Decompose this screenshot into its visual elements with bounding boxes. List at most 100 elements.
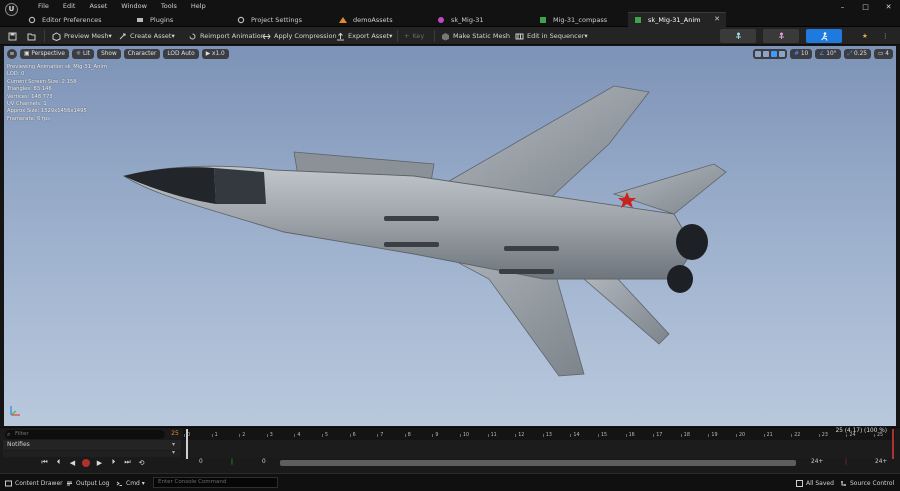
range-start-value[interactable]: 0: [199, 459, 203, 465]
skip-to-start-button[interactable]: ⏮: [40, 458, 49, 467]
ruler-tick: [625, 434, 627, 437]
editor-tab-bar: Editor Preferences Plugins Project Setti…: [0, 11, 900, 27]
tab-mig-31-compass[interactable]: Mig-31_compass: [533, 12, 627, 27]
track-filter-input[interactable]: ⌕ Filter: [5, 430, 165, 439]
lit-button[interactable]: ☼ Lit: [71, 49, 95, 59]
status-bar: Content Drawer Output Log Cmd ▾ Enter Co…: [0, 473, 900, 491]
reimport-animation-button[interactable]: Reimport Animation: [188, 29, 265, 43]
loop-button[interactable]: ⟲: [137, 458, 146, 467]
ruler-tick-label: 9: [435, 433, 439, 438]
tab-plugins[interactable]: Plugins: [130, 12, 230, 27]
rotate-icon: [771, 51, 778, 57]
record-button[interactable]: [82, 458, 90, 467]
character-button[interactable]: Character: [123, 49, 161, 59]
transport-controls: ⏮ ⏴ ◀ ▶ ⏵ ⏭ ⟲: [40, 458, 146, 467]
ruler-tick: [266, 434, 268, 437]
time-ruler[interactable]: 0 1 2 3 4 5 6 7 8 9 10 11 12 13 14 15 16 17 18 19 20 21 22 23 24…: [183, 428, 895, 440]
view-start-value[interactable]: 0: [262, 459, 266, 465]
ruler-tick-label: 19: [711, 433, 718, 438]
blueprint-icon: [540, 16, 546, 23]
tab-sk-mig-31[interactable]: sk_Mig-31: [431, 12, 531, 27]
make-static-mesh-label: Make Static Mesh: [453, 32, 510, 40]
compression-icon: [262, 33, 271, 39]
ruler-tick-label: 22: [794, 433, 801, 438]
chevron-down-icon[interactable]: ▾: [172, 449, 175, 456]
apply-compression-button[interactable]: Apply Compression: [262, 29, 337, 43]
playhead[interactable]: [186, 429, 188, 459]
perspective-button[interactable]: ▣ Perspective: [20, 49, 69, 59]
mesh-mode-icon: [778, 32, 784, 39]
tab-editor-preferences[interactable]: Editor Preferences: [22, 12, 126, 27]
mesh-icon: [52, 31, 61, 41]
menu-window[interactable]: Window: [114, 1, 154, 11]
stat-line: Approx Size: 1529x1456x1495: [7, 108, 87, 115]
menu-tools[interactable]: Tools: [154, 1, 184, 11]
show-button[interactable]: Show: [97, 49, 121, 59]
play-button[interactable]: ▶: [95, 458, 104, 467]
menu-edit[interactable]: Edit: [56, 1, 83, 11]
view-range-scrollbar[interactable]: [280, 460, 796, 466]
rotation-snap-button[interactable]: ∠ 10°: [815, 49, 841, 59]
mig-31-model[interactable]: [114, 64, 734, 394]
ruler-tick-label: 18: [683, 433, 690, 438]
ruler-tick: [404, 434, 406, 437]
save-icon: [8, 32, 17, 40]
tab-demoassets[interactable]: demoAssets: [333, 12, 429, 27]
all-saved-status[interactable]: All Saved: [796, 478, 834, 488]
menu-file[interactable]: File: [31, 1, 56, 11]
skeleton-mode-button[interactable]: [720, 29, 756, 43]
step-forward-button[interactable]: ⏵: [109, 458, 118, 467]
edit-in-sequencer-button[interactable]: Edit in Sequencer ▾: [515, 29, 588, 43]
ruler-tick-label: 12: [518, 433, 525, 438]
lod-button[interactable]: LOD Auto: [163, 49, 199, 59]
skip-to-end-button[interactable]: ⏭: [123, 458, 132, 467]
range-end-value[interactable]: 24+: [875, 459, 887, 465]
tab-project-settings[interactable]: Project Settings: [231, 12, 331, 27]
playback-speed-button[interactable]: ▶ x1.0: [201, 49, 229, 59]
step-back-button[interactable]: ⏴: [54, 458, 63, 467]
view-end-value[interactable]: 24+: [811, 459, 823, 465]
menu-icon: ≡: [9, 51, 15, 57]
unreal-logo-icon[interactable]: U: [5, 3, 18, 16]
scale-snap-button[interactable]: ⤢ 0.25: [843, 49, 871, 59]
timeline-lane[interactable]: [183, 440, 895, 458]
apply-compression-label: Apply Compression: [274, 32, 337, 40]
export-asset-button[interactable]: Export Asset ▾: [336, 29, 392, 43]
cmd-dropdown[interactable]: Cmd ▾: [116, 478, 145, 488]
playback-end-marker[interactable]: [892, 429, 894, 459]
make-static-mesh-button[interactable]: Make Static Mesh: [441, 29, 510, 43]
tab-sk-mig-31-anim[interactable]: sk_Mig-31_Anim ✕: [628, 12, 726, 27]
viewport-snap-controls: # 10 ∠ 10° ⤢ 0.25 ▭ 4: [753, 49, 893, 59]
camera-speed-button[interactable]: ▭ 4: [873, 49, 893, 59]
menu-asset[interactable]: Asset: [82, 1, 114, 11]
current-frame-value[interactable]: 25: [168, 430, 182, 437]
camera-icon: ▭: [877, 51, 884, 57]
angle-icon: ∠: [819, 51, 825, 57]
console-command-input[interactable]: Enter Console Command: [153, 477, 278, 488]
notifies-track[interactable]: Notifies ▾: [3, 440, 181, 450]
source-control-button[interactable]: Source Control: [840, 478, 894, 488]
more-options-button[interactable]: ⋮: [882, 29, 889, 43]
create-asset-icon: [119, 33, 126, 39]
browse-button[interactable]: [27, 29, 39, 43]
curves-track[interactable]: ▾: [3, 449, 181, 457]
pin-button[interactable]: ★: [862, 29, 868, 43]
viewport-options-button[interactable]: ≡: [7, 49, 17, 59]
menu-help[interactable]: Help: [184, 1, 213, 11]
animation-mode-button[interactable]: [806, 29, 842, 43]
running-figure-icon: [820, 31, 827, 41]
output-log-button[interactable]: Output Log: [66, 478, 109, 488]
grid-snap-button[interactable]: # 10: [790, 49, 813, 59]
create-asset-button[interactable]: Create Asset ▾: [118, 29, 175, 43]
settings-icon: [28, 16, 36, 23]
play-reverse-button[interactable]: ◀: [68, 458, 77, 467]
save-button[interactable]: [8, 29, 20, 43]
key-label: Key: [412, 32, 425, 40]
animation-viewport[interactable]: ≡ ▣ Perspective ☼ Lit Show Character LOD…: [4, 46, 896, 426]
mesh-mode-button[interactable]: [763, 29, 799, 43]
transform-tools[interactable]: [753, 49, 788, 59]
key-button[interactable]: + Key: [404, 29, 424, 43]
close-tab-icon[interactable]: ✕: [714, 15, 720, 23]
content-drawer-button[interactable]: Content Drawer: [5, 478, 63, 488]
preview-mesh-button[interactable]: Preview Mesh ▾: [52, 29, 112, 43]
